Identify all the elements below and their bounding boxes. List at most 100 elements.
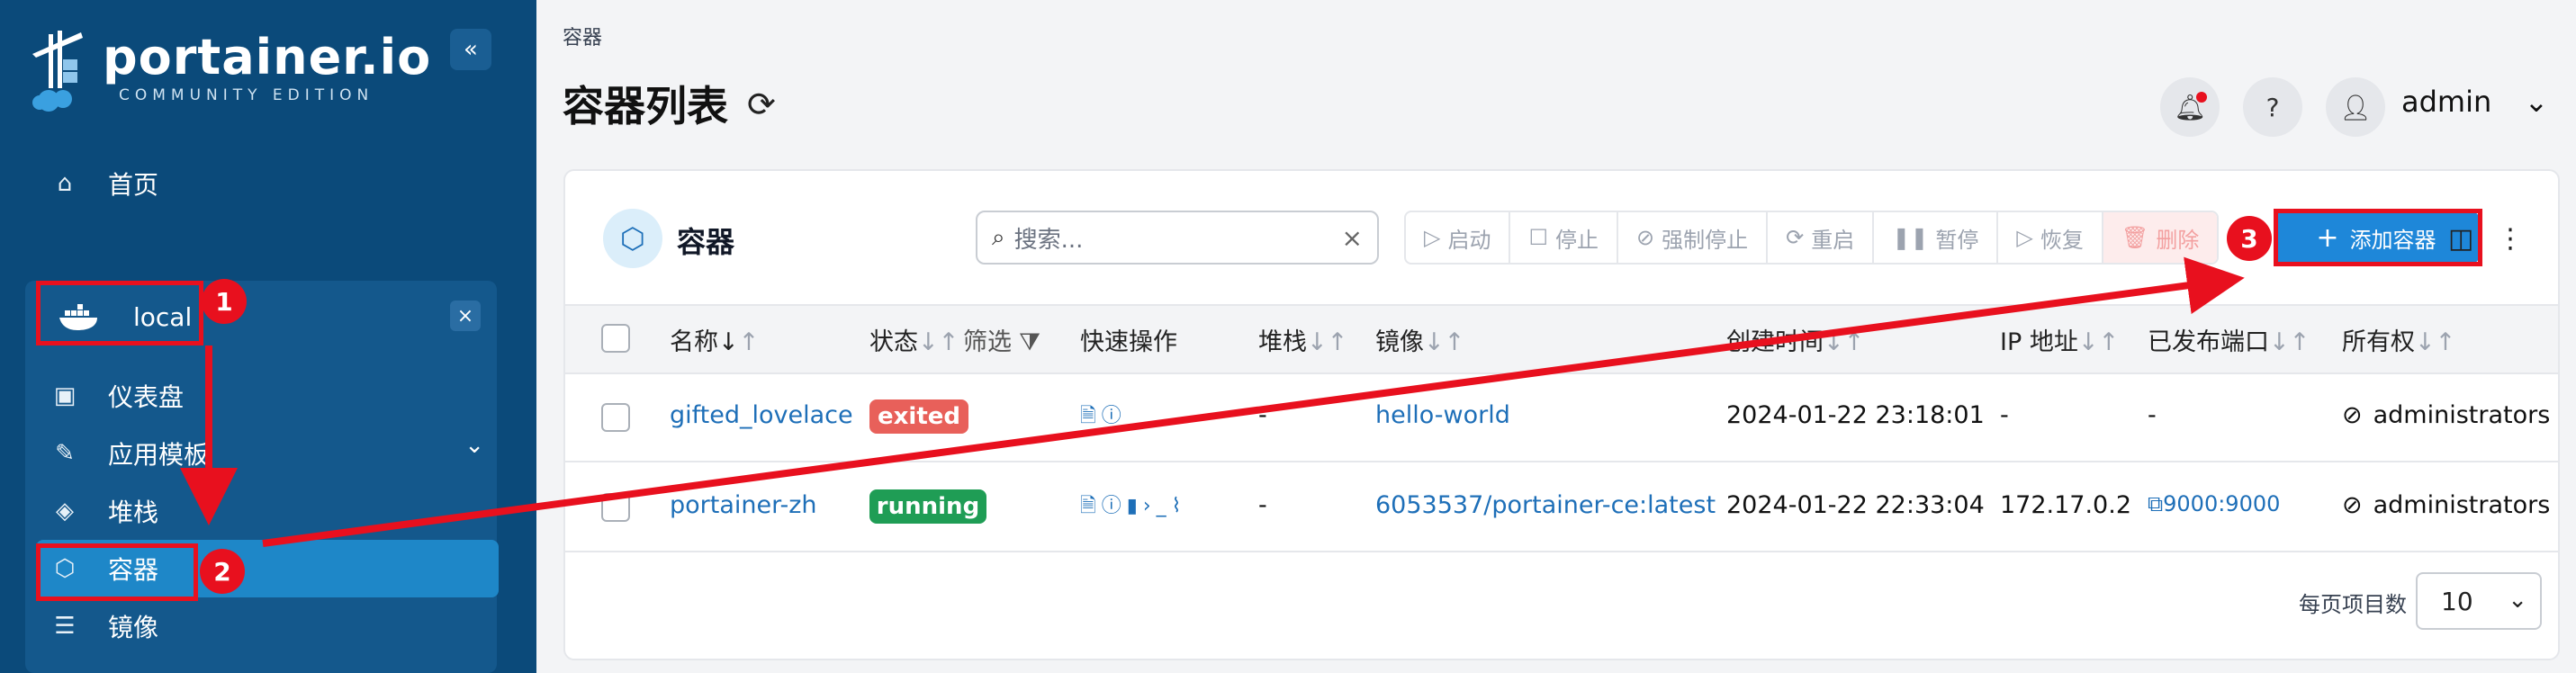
sidebar-item-home[interactable]: ⌂ 首页 bbox=[52, 166, 158, 202]
ownership-value: ⊘ administrators bbox=[2342, 491, 2551, 519]
portainer-crane-icon bbox=[32, 31, 83, 112]
logo-subtitle: COMMUNITY EDITION bbox=[119, 86, 374, 104]
annotation-badge-3: 3 bbox=[2227, 216, 2272, 261]
logs-icon[interactable]: 🗎 bbox=[1080, 495, 1102, 517]
column-ports[interactable]: 已发布端口↓↑ bbox=[2148, 322, 2310, 357]
status-badge: running bbox=[869, 489, 986, 524]
per-page-select[interactable]: 10 ⌄ bbox=[2416, 572, 2542, 630]
ip-value: 172.17.0.2 bbox=[2000, 491, 2131, 519]
ban-icon: ⊘ bbox=[1635, 225, 1655, 250]
chevron-down-icon: ⌄ bbox=[464, 432, 484, 459]
row-divider bbox=[565, 461, 2558, 462]
external-link-icon: ⧉ bbox=[2148, 491, 2164, 516]
pause-icon: ❚❚ bbox=[1892, 225, 1929, 250]
status-badge: exited bbox=[869, 399, 968, 434]
home-icon: ⌂ bbox=[57, 170, 73, 197]
sidebar-item-label: 首页 bbox=[108, 170, 159, 200]
chevron-down-icon: ⌄ bbox=[2508, 587, 2527, 614]
column-name[interactable]: 名称↓↑ bbox=[670, 322, 759, 357]
port-link[interactable]: ⧉9000:9000 bbox=[2148, 491, 2280, 516]
eye-off-icon: ⊘ bbox=[2342, 491, 2363, 519]
ownership-value: ⊘ administrators bbox=[2342, 401, 2551, 429]
column-quick-actions: 快速操作 bbox=[1080, 328, 1177, 356]
sidebar-item-images[interactable]: ☰ 镜像 bbox=[52, 608, 158, 644]
pause-button[interactable]: ❚❚ 暂停 bbox=[1874, 212, 1999, 263]
help-button[interactable]: ? bbox=[2243, 77, 2302, 137]
sidebar-item-stacks[interactable]: ◈ 堆栈 bbox=[52, 493, 158, 529]
quick-actions: 🗎ⓘ▮›_⌇ bbox=[1080, 489, 1186, 525]
container-name-link[interactable]: gifted_lovelace bbox=[670, 401, 853, 429]
annotation-box-3 bbox=[2274, 209, 2482, 266]
ip-value: - bbox=[2000, 401, 2009, 429]
user-icon: 👤︎ bbox=[2339, 92, 2372, 122]
play-icon: ▷ bbox=[1424, 225, 1441, 250]
search-input[interactable]: ⌕ 搜索... × bbox=[976, 211, 1379, 265]
portainer-logo[interactable]: portainer.io COMMUNITY EDITION bbox=[27, 27, 430, 117]
logs-icon[interactable]: 🗎 bbox=[1080, 405, 1102, 427]
sidebar-item-app-templates[interactable]: ✎ 应用模板 ⌄ bbox=[52, 432, 484, 471]
chevron-down-icon: ⌄ bbox=[2524, 85, 2549, 119]
double-chevron-left-icon: « bbox=[464, 36, 478, 63]
container-name-link[interactable]: portainer-zh bbox=[670, 491, 817, 519]
play-icon: ▷ bbox=[2016, 225, 2033, 250]
per-page-label: 每页项目数 bbox=[2299, 592, 2407, 617]
kill-button[interactable]: ⊘ 强制停止 bbox=[1618, 212, 1769, 263]
collapse-sidebar-button[interactable]: « bbox=[450, 29, 491, 70]
more-vertical-icon[interactable]: ⋮ bbox=[2497, 223, 2524, 255]
quick-actions: 🗎ⓘ bbox=[1080, 399, 1127, 435]
column-stack[interactable]: 堆栈↓↑ bbox=[1258, 322, 1347, 357]
cube-icon: ⬡ bbox=[603, 209, 662, 268]
remove-button[interactable]: 🗑︎ 删除 bbox=[2103, 212, 2218, 263]
list-icon: ☰ bbox=[54, 613, 76, 640]
inspect-icon[interactable]: ⓘ bbox=[1102, 495, 1127, 517]
created-value: 2024-01-22 23:18:01 bbox=[1726, 401, 1985, 429]
search-placeholder: 搜索... bbox=[1013, 226, 1084, 254]
column-ip[interactable]: IP 地址↓↑ bbox=[2000, 322, 2119, 357]
breadcrumb[interactable]: 容器 bbox=[563, 22, 602, 50]
edit-icon: ✎ bbox=[55, 440, 75, 467]
column-ownership[interactable]: 所有权↓↑ bbox=[2342, 322, 2455, 357]
console-icon[interactable]: ›_ bbox=[1143, 495, 1172, 517]
inspect-icon[interactable]: ⓘ bbox=[1102, 405, 1127, 427]
close-icon: × bbox=[456, 304, 474, 328]
stack-value: - bbox=[1258, 401, 1267, 429]
row-checkbox[interactable] bbox=[601, 493, 630, 522]
annotation-badge-2: 2 bbox=[200, 549, 245, 594]
annotation-box-1 bbox=[36, 281, 203, 345]
clear-search-icon[interactable]: × bbox=[1342, 223, 1363, 253]
annotation-badge-1: 1 bbox=[202, 279, 247, 324]
notification-dot bbox=[2196, 92, 2207, 103]
sidebar-item-dashboard[interactable]: ▣ 仪表盘 bbox=[52, 378, 184, 414]
image-link[interactable]: 6053537/portainer-ce:latest bbox=[1375, 491, 1716, 519]
column-status[interactable]: 状态↓↑ bbox=[869, 322, 959, 357]
start-button[interactable]: ▷ 启动 bbox=[1406, 212, 1511, 263]
column-created[interactable]: 创建时间↓↑ bbox=[1726, 322, 1864, 357]
row-checkbox[interactable] bbox=[601, 403, 630, 432]
refresh-icon: ⟳ bbox=[1786, 225, 1805, 250]
image-link[interactable]: hello-world bbox=[1375, 401, 1510, 429]
resume-button[interactable]: ▷ 恢复 bbox=[1998, 212, 2103, 263]
column-image[interactable]: 镜像↓↑ bbox=[1375, 322, 1464, 357]
stack-value: - bbox=[1258, 491, 1267, 519]
notifications-button[interactable]: 🔔︎ bbox=[2160, 77, 2220, 137]
trash-icon: 🗑︎ bbox=[2121, 225, 2149, 250]
annotation-box-2 bbox=[36, 543, 198, 601]
user-avatar[interactable]: 👤︎ bbox=[2326, 77, 2385, 137]
action-toolbar: ▷ 启动 ☐ 停止 ⊘ 强制停止 ⟳ 重启 ❚❚ 暂停 ▷ 恢复 🗑︎ 删除 bbox=[1404, 211, 2220, 265]
ports-value: - bbox=[2148, 401, 2157, 429]
dashboard-icon: ▣ bbox=[53, 382, 77, 409]
refresh-icon[interactable]: ⟳ bbox=[747, 85, 776, 124]
environment-close-button[interactable]: × bbox=[450, 301, 481, 331]
username: admin bbox=[2401, 85, 2492, 119]
restart-button[interactable]: ⟳ 重启 bbox=[1768, 212, 1875, 263]
status-filter[interactable]: 筛选 ⧩ bbox=[963, 322, 1040, 357]
user-menu[interactable]: admin ⌄ bbox=[2401, 85, 2548, 119]
stop-button[interactable]: ☐ 停止 bbox=[1510, 212, 1618, 263]
attach-icon[interactable]: ⌇ bbox=[1172, 495, 1187, 517]
stats-icon[interactable]: ▮ bbox=[1127, 495, 1143, 517]
page-title: 容器列表 bbox=[563, 82, 728, 130]
select-all-checkbox[interactable] bbox=[601, 324, 630, 353]
created-value: 2024-01-22 22:33:04 bbox=[1726, 491, 1985, 519]
help-icon: ? bbox=[2265, 92, 2280, 122]
card-title: 容器 bbox=[677, 225, 735, 259]
